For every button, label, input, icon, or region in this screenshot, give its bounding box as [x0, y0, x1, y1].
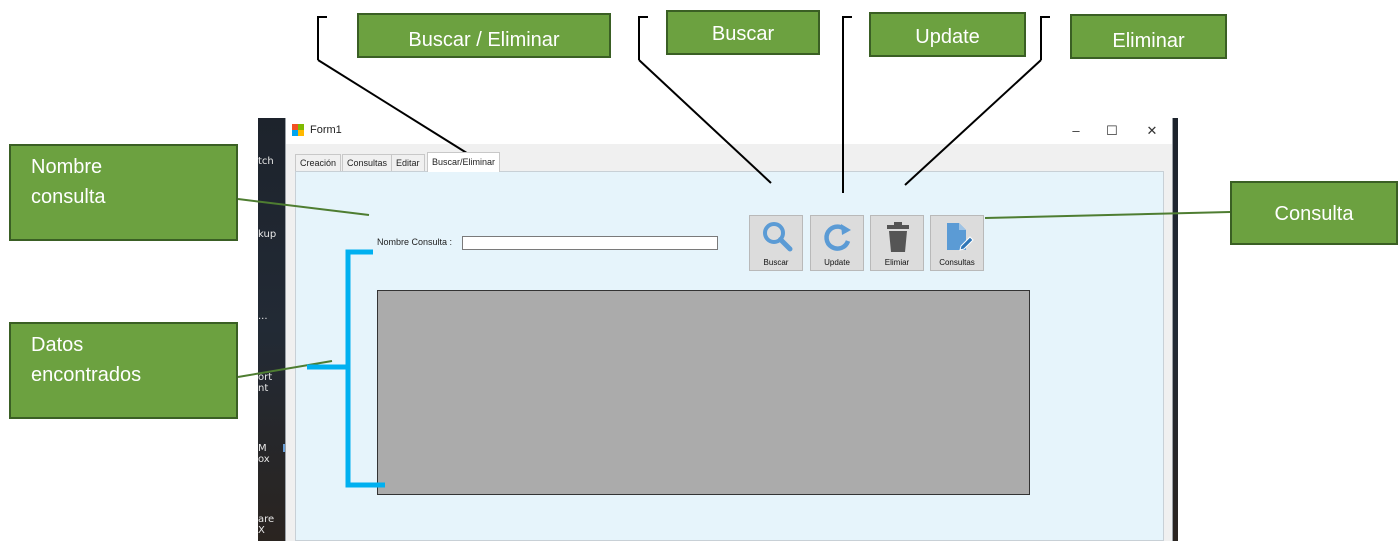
callout-eliminar: Eliminar: [1070, 14, 1227, 59]
connector-buscar: [638, 59, 772, 184]
callout-nombre-consulta-line2: consulta: [31, 186, 106, 208]
callout-nombre-consulta: Nombre consulta: [9, 144, 238, 241]
connector-nombre-consulta: [237, 198, 370, 216]
annotation-lines: [237, 16, 1231, 488]
connector-buscar-eliminar: [317, 16, 327, 60]
connector-eliminar: [1040, 16, 1050, 60]
callout-datos-line1: Datos: [31, 334, 84, 356]
callout-nombre-consulta-line1: Nombre: [31, 156, 103, 178]
callout-buscar: Buscar: [666, 10, 820, 55]
tab-buscar-eliminar[interactable]: Buscar/Eliminar: [427, 152, 501, 172]
callout-consulta: Consulta: [1230, 181, 1398, 245]
callout-datos-line2: encontrados: [31, 364, 142, 386]
callout-update: Update: [869, 12, 1026, 57]
callout-datos-encontrados: Datos encontrados: [9, 322, 238, 419]
callout-buscar-eliminar: Buscar / Eliminar: [357, 13, 611, 58]
connector-eliminar: [904, 59, 1042, 186]
connector-buscar: [638, 16, 648, 60]
results-bracket: [345, 249, 385, 488]
connector-update: [842, 16, 852, 193]
connector-consulta: [984, 211, 1231, 219]
connector-buscar-eliminar: [317, 59, 471, 156]
